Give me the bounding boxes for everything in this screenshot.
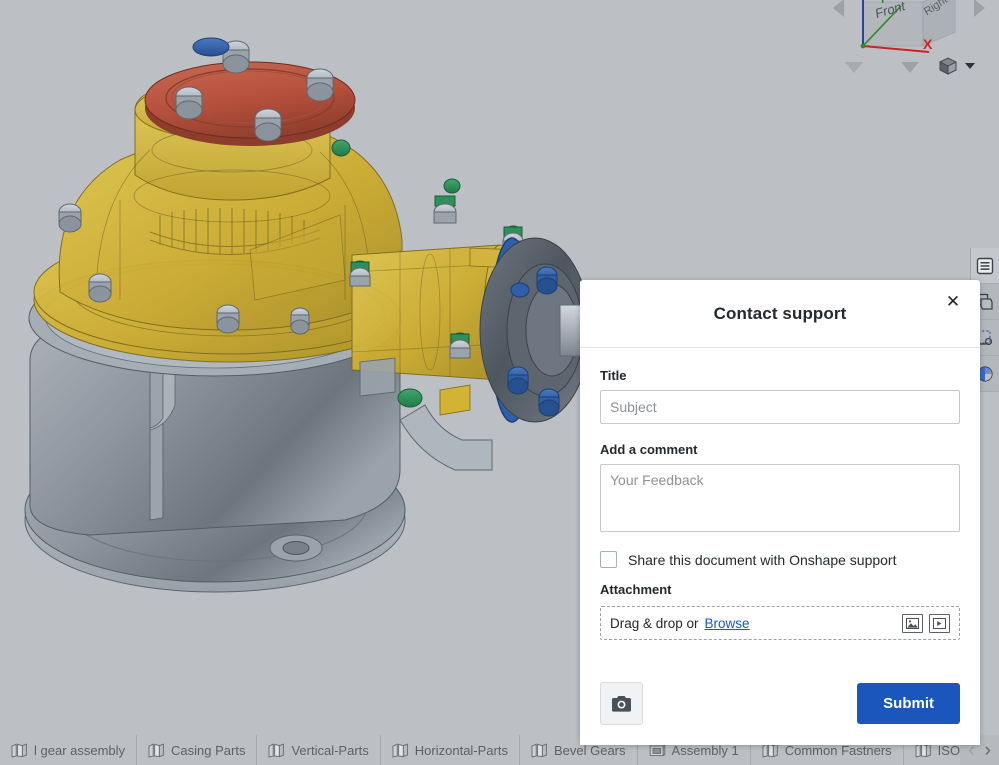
- attachment-label: Attachment: [600, 582, 672, 597]
- share-document-checkbox[interactable]: [600, 551, 617, 568]
- part-studio-icon: [531, 742, 547, 758]
- part-studio-icon: [268, 742, 285, 758]
- submit-button[interactable]: Submit: [857, 683, 960, 724]
- document-tab[interactable]: Casing Parts: [137, 735, 258, 765]
- title-field-label: Title: [600, 368, 627, 383]
- camera-icon[interactable]: [600, 682, 643, 725]
- dialog-footer: Submit: [580, 668, 980, 745]
- dialog-body: Title Add a comment Share this document …: [580, 348, 980, 668]
- axis-x-label: X: [923, 36, 933, 52]
- chevron-right-icon[interactable]: ›: [981, 741, 995, 760]
- attachment-browse-link[interactable]: Browse: [705, 616, 750, 631]
- chevron-down-icon[interactable]: [965, 63, 975, 69]
- view-cube[interactable]: Front Right X Y: [819, 0, 989, 95]
- part-studio-icon: [148, 742, 164, 758]
- dialog-title: Contact support: [713, 303, 847, 323]
- video-icon[interactable]: [929, 613, 950, 633]
- comment-field-label: Add a comment: [600, 442, 698, 457]
- share-document-row[interactable]: Share this document with Onshape support: [600, 551, 960, 568]
- part-studio-icon: [11, 742, 27, 758]
- title-input[interactable]: [600, 390, 960, 424]
- document-tab[interactable]: Vertical-Parts: [257, 735, 381, 765]
- image-icon[interactable]: [902, 613, 923, 633]
- panel-list-icon[interactable]: [971, 248, 999, 284]
- view-mode-selector[interactable]: [936, 55, 975, 77]
- document-tab[interactable]: l gear assembly: [0, 735, 138, 765]
- part-studio-icon: [392, 742, 408, 758]
- document-tab[interactable]: Horizontal-Parts: [380, 735, 520, 765]
- document-tab-label: Vertical-Parts: [291, 742, 369, 758]
- comment-textarea[interactable]: [600, 464, 960, 532]
- attachment-drop-text: Drag & drop or: [610, 615, 699, 631]
- close-icon[interactable]: ✕: [942, 290, 964, 312]
- document-tab-label: Casing Parts: [171, 742, 246, 758]
- attachment-icons: [902, 613, 950, 633]
- attachment-dropzone[interactable]: Drag & drop or Browse: [600, 606, 960, 640]
- share-document-label: Share this document with Onshape support: [628, 551, 897, 568]
- document-tab-label: l gear assembly: [34, 742, 126, 758]
- dialog-header: Contact support ✕: [580, 280, 980, 348]
- axis-y-label: Y: [879, 0, 887, 6]
- view-cube-graphic[interactable]: [819, 0, 989, 95]
- shaded-cube-icon[interactable]: [936, 55, 960, 77]
- document-tab-label: Horizontal-Parts: [414, 742, 508, 758]
- contact-support-dialog: Contact support ✕ Title Add a comment Sh…: [580, 280, 980, 745]
